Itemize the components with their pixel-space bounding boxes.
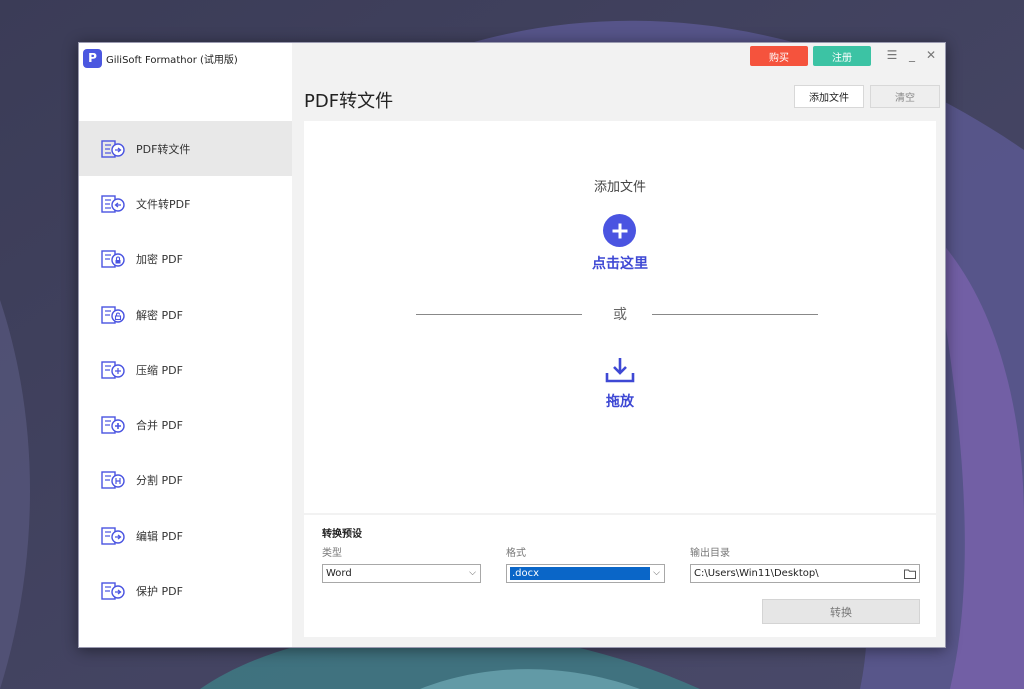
sidebar-item-label: 解密 PDF: [136, 308, 183, 322]
minimize-icon[interactable]: _: [905, 47, 919, 63]
sidebar-item-label: 文件转PDF: [136, 197, 191, 211]
format-select[interactable]: .docx ⌵: [506, 564, 665, 583]
edit-pdf-icon: [101, 527, 125, 545]
close-icon[interactable]: ✕: [924, 47, 938, 63]
sidebar-item-split-pdf[interactable]: 分割 PDF: [79, 453, 292, 508]
page-title: PDF转文件: [304, 91, 394, 112]
sidebar-item-merge-pdf[interactable]: 合并 PDF: [79, 397, 292, 452]
sidebar-item-file-to-pdf[interactable]: 文件转PDF: [79, 176, 292, 231]
dropzone-title: 添加文件: [593, 180, 646, 195]
chevron-down-icon: ⌵: [653, 568, 660, 578]
convert-button[interactable]: 转换: [762, 599, 920, 624]
menu-icon[interactable]: ☰: [885, 47, 899, 63]
format-label: 格式: [506, 548, 526, 559]
merge-pdf-icon: [101, 416, 125, 434]
output-dir-label: 输出目录: [690, 548, 730, 559]
protect-pdf-icon: [101, 582, 125, 600]
sidebar-item-compress-pdf[interactable]: 压缩 PDF: [79, 342, 292, 397]
sidebar-item-label: 编辑 PDF: [136, 529, 183, 543]
sidebar: P GiliSoft Formathor (试用版) PDF转文件 文件转PDF…: [79, 43, 292, 647]
sidebar-item-edit-pdf[interactable]: 编辑 PDF: [79, 508, 292, 563]
clear-button[interactable]: 清空: [870, 85, 940, 108]
presets-title: 转换预设: [322, 529, 362, 540]
or-label: 或: [613, 307, 627, 323]
conversion-presets-panel: 转换预设 类型 格式 输出目录 Word ⌵ .docx ⌵ C:\Users\…: [304, 515, 936, 637]
drop-zone[interactable]: 添加文件 点击这里 或 拖放: [304, 121, 936, 513]
sidebar-nav: PDF转文件 文件转PDF 加密 PDF 解密 PDF 压缩 PDF 合并 PD…: [79, 121, 292, 619]
sidebar-item-label: PDF转文件: [136, 142, 191, 156]
pdf-to-file-icon: [101, 139, 125, 158]
app-logo-icon: P: [83, 48, 102, 68]
sidebar-item-label: 保护 PDF: [136, 585, 183, 599]
folder-icon[interactable]: [904, 568, 916, 579]
buy-button[interactable]: 购买: [750, 46, 808, 66]
sidebar-item-label: 加密 PDF: [136, 253, 183, 267]
encrypt-pdf-icon: [101, 250, 125, 268]
sidebar-item-label: 压缩 PDF: [136, 363, 183, 377]
type-select-value: Word: [326, 568, 352, 579]
sidebar-item-protect-pdf[interactable]: 保护 PDF: [79, 563, 292, 618]
brand: P GiliSoft Formathor (试用版): [83, 47, 238, 69]
click-here-link[interactable]: 点击这里: [304, 253, 936, 273]
type-label: 类型: [322, 548, 342, 559]
sidebar-item-encrypt-pdf[interactable]: 加密 PDF: [79, 232, 292, 287]
add-file-button[interactable]: 添加文件: [794, 85, 864, 108]
file-to-pdf-icon: [101, 195, 125, 213]
download-tray-icon: [605, 358, 635, 383]
drag-drop-label: 拖放: [606, 394, 634, 410]
output-dir-value: C:\Users\Win11\Desktop\: [694, 568, 819, 579]
output-dir-field[interactable]: C:\Users\Win11\Desktop\: [690, 564, 920, 583]
compress-pdf-icon: [101, 361, 125, 379]
add-plus-icon[interactable]: [603, 214, 636, 247]
app-window: P GiliSoft Formathor (试用版) PDF转文件 文件转PDF…: [78, 42, 946, 648]
format-select-value: .docx: [510, 567, 650, 580]
divider-right: [652, 314, 818, 315]
type-select[interactable]: Word ⌵: [322, 564, 481, 583]
app-title: GiliSoft Formathor (试用版): [106, 54, 238, 66]
split-pdf-icon: [101, 471, 125, 490]
register-button[interactable]: 注册: [813, 46, 871, 66]
chevron-down-icon: ⌵: [469, 568, 476, 578]
sidebar-item-label: 合并 PDF: [136, 419, 183, 433]
sidebar-item-label: 分割 PDF: [136, 474, 183, 488]
sidebar-item-decrypt-pdf[interactable]: 解密 PDF: [79, 287, 292, 342]
decrypt-pdf-icon: [101, 305, 125, 324]
sidebar-item-pdf-to-file[interactable]: PDF转文件: [79, 121, 292, 177]
